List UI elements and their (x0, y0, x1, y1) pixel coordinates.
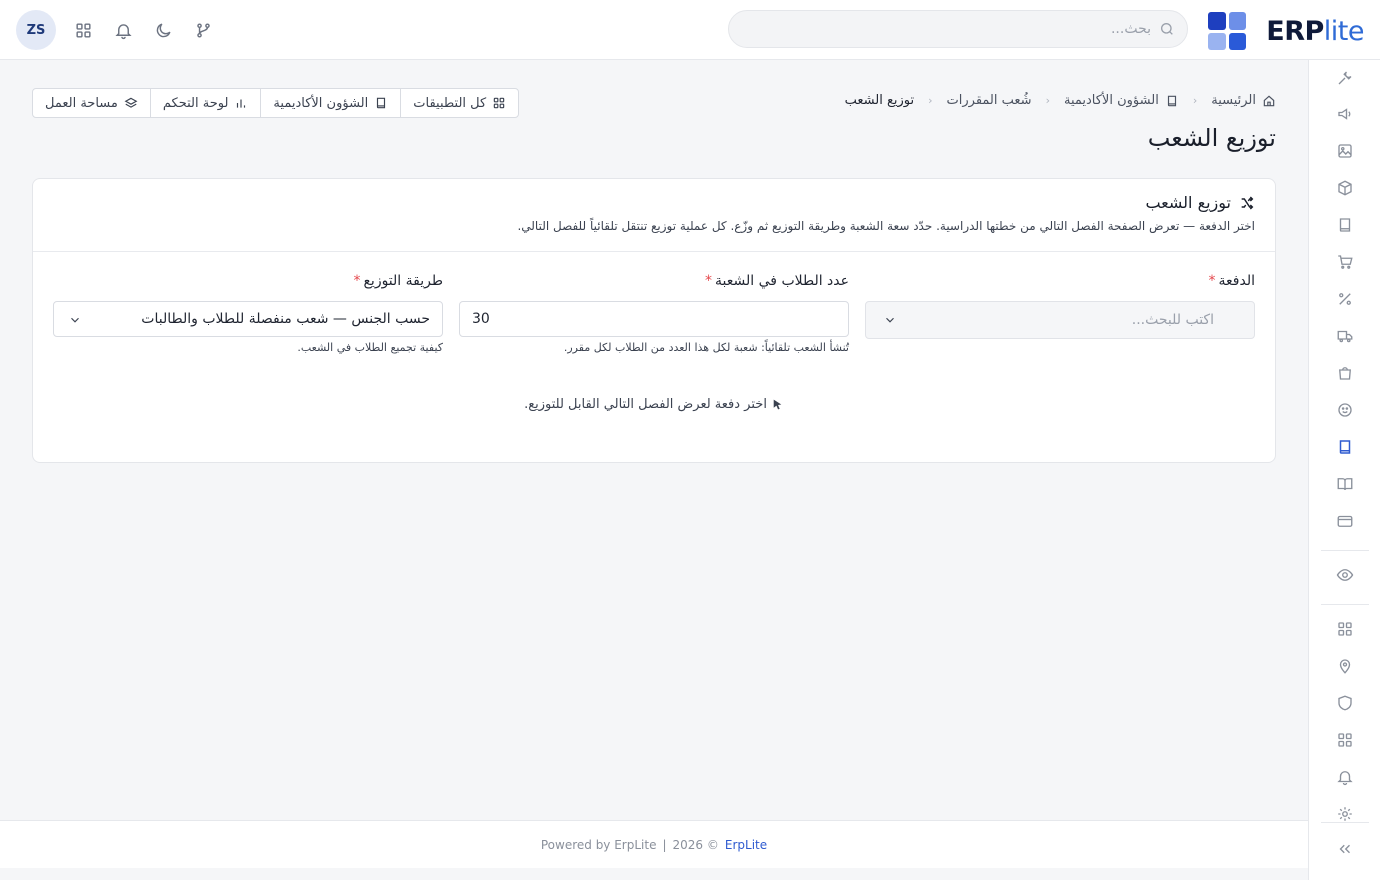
distribution-method-label: طريقة التوزيع* (353, 273, 443, 289)
bell-icon[interactable] (1335, 767, 1355, 787)
layers-icon (124, 97, 138, 108)
students-per-section-label: عدد الطلاب في الشعبة* (705, 273, 849, 289)
shopping-bag-icon[interactable] (1335, 363, 1355, 383)
students-per-section-field: عدد الطلاب في الشعبة* 30 تُنشأ الشعب تلق… (459, 273, 849, 354)
credit-card-icon[interactable] (1335, 511, 1355, 531)
home-icon (1263, 95, 1275, 106)
bar-chart-icon (237, 99, 246, 108)
all-apps-link[interactable]: كل التطبيقات (400, 89, 518, 117)
students-per-section-input[interactable]: 30 (459, 301, 849, 337)
empty-state: اختر دفعة لعرض الفصل التالي القابل للتوز… (33, 397, 1275, 412)
card-description: اختر الدفعة — تعرض الصفحة الفصل التالي م… (517, 219, 1255, 233)
batch-placeholder: اكتب للبحث... (1131, 312, 1214, 328)
top-bar: ERPlite بحث... ZS (0, 0, 1380, 60)
main-content: الرئيسية ‹ الشؤون الأكاديمية ‹ شُعب المق… (0, 60, 1308, 820)
cart-icon[interactable] (1335, 252, 1355, 272)
chevron-down-icon (886, 317, 894, 323)
image-icon[interactable] (1335, 141, 1355, 161)
open-book-icon[interactable] (1335, 474, 1355, 494)
academic-link[interactable]: الشؤون الأكاديمية (260, 89, 400, 117)
megaphone-icon[interactable] (1335, 104, 1355, 124)
chevron-left-icon: ‹ (1192, 94, 1198, 107)
distribution-method-hint: كيفية تجميع الطلاب في الشعب. (297, 341, 443, 354)
sidebar-divider (1321, 822, 1369, 823)
search-placeholder: بحث... (1110, 21, 1151, 37)
card-title: توزيع الشعب (1145, 193, 1255, 212)
logo-text: ERPlite (1266, 15, 1364, 47)
header-actions: ZS (16, 10, 216, 50)
chevron-left-icon: ‹ (928, 94, 933, 107)
grid-icon[interactable] (1335, 730, 1355, 750)
footer-powered: Powered by ErpLite (540, 837, 657, 852)
breadcrumb-home[interactable]: الرئيسية (1211, 93, 1276, 108)
avatar[interactable]: ZS (16, 10, 56, 50)
location-icon[interactable] (1335, 656, 1355, 676)
eye-icon[interactable] (1335, 565, 1355, 585)
grid-icon[interactable] (1335, 619, 1355, 639)
collapse-icon[interactable] (1335, 839, 1355, 859)
percent-icon[interactable] (1335, 289, 1355, 309)
breadcrumb: الرئيسية ‹ الشؤون الأكاديمية ‹ شُعب المق… (845, 93, 1276, 108)
cursor-icon (773, 399, 782, 410)
shuffle-icon (1241, 195, 1254, 210)
bell-icon[interactable] (110, 17, 136, 43)
quick-links: مساحة العمل لوحة التحكم الشؤون الأكاديمي… (32, 88, 520, 118)
git-branch-icon[interactable] (190, 17, 216, 43)
footer-year: 2026 © (672, 837, 719, 852)
breadcrumb-academic[interactable]: الشؤون الأكاديمية (1064, 93, 1179, 108)
footer-brand-link[interactable]: ErpLite (725, 838, 767, 852)
sidebar-divider (1321, 550, 1369, 551)
batch-field: الدفعة* اكتب للبحث... (865, 273, 1255, 339)
sidebar-divider (1321, 604, 1369, 605)
card-header: توزيع الشعب اختر الدفعة — تعرض الصفحة ال… (33, 179, 1275, 252)
distribution-method-field: طريقة التوزيع* حسب الجنس — شعب منفصلة لل… (53, 273, 443, 354)
batch-select[interactable]: اكتب للبحث... (865, 301, 1255, 339)
chevron-down-icon (71, 317, 79, 323)
logo[interactable]: ERPlite (1208, 12, 1365, 50)
dashboard-link[interactable]: لوحة التحكم (149, 89, 261, 117)
footer: Powered by ErpLite | 2026 © ErpLite (0, 820, 1308, 868)
chevron-left-icon: ‹ (1045, 94, 1050, 107)
book-icon[interactable] (1335, 215, 1355, 235)
batch-label: الدفعة* (1208, 273, 1255, 289)
footer-separator: | (662, 837, 667, 852)
breadcrumb-current: توزيع الشعب (844, 93, 915, 108)
workspace-link[interactable]: مساحة العمل (33, 89, 150, 117)
smile-icon[interactable] (1335, 400, 1355, 420)
global-search-input[interactable]: بحث... (728, 10, 1188, 48)
distribution-card: توزيع الشعب اختر الدفعة — تعرض الصفحة ال… (32, 178, 1276, 463)
page-title: توزيع الشعب (1147, 124, 1276, 152)
truck-icon[interactable] (1335, 326, 1355, 346)
sidebar (1308, 60, 1380, 880)
box-icon[interactable] (1335, 178, 1355, 198)
logo-mark (1208, 12, 1247, 50)
moon-icon[interactable] (150, 17, 176, 43)
shield-icon[interactable] (1335, 693, 1355, 713)
breadcrumb-course-sections[interactable]: شُعب المقررات (947, 93, 1032, 108)
apps-grid-icon[interactable] (70, 17, 96, 43)
book-icon (377, 97, 386, 109)
apps-grid-icon (493, 97, 505, 109)
book-icon (1167, 95, 1176, 106)
students-per-section-hint: تُنشأ الشعب تلقائياً: شعبة لكل هذا العدد… (563, 341, 849, 354)
distribution-method-select[interactable]: حسب الجنس — شعب منفصلة للطلاب والطالبات (53, 301, 443, 337)
tools-icon[interactable] (1335, 68, 1355, 88)
notebook-icon[interactable] (1335, 437, 1355, 457)
search-icon (1161, 23, 1173, 35)
settings-icon[interactable] (1335, 804, 1355, 824)
